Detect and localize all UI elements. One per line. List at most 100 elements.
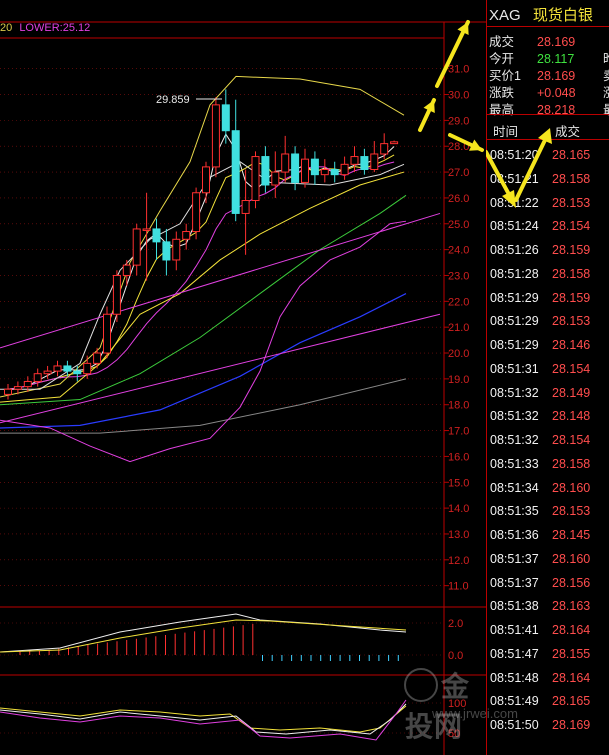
price-tick-label: 22.0: [448, 296, 469, 308]
candle-body: [122, 264, 131, 276]
candle-body: [33, 373, 42, 382]
trade-price: 28.154: [552, 361, 591, 376]
candle-body: [281, 153, 290, 173]
price-tick-label: 17.0: [448, 426, 469, 438]
trade-row: 08:51:37 28.160: [490, 552, 590, 566]
trade-time: 08:51:37: [490, 575, 539, 590]
candle-body: [231, 130, 240, 214]
symbol-title: XAG 现货白银: [489, 4, 593, 25]
price-tick-label: 23.0: [448, 270, 469, 282]
price-tick-label: 21.0: [448, 322, 469, 334]
kdj-k-line: [0, 705, 407, 733]
candle-body: [330, 168, 339, 176]
high-price-annotation: 29.859: [156, 94, 190, 106]
candle-body: [182, 231, 191, 240]
candle-body: [112, 274, 121, 315]
trade-price: 28.158: [552, 266, 591, 281]
trade-price: 28.154: [552, 433, 591, 447]
candle-body: [202, 166, 210, 194]
candle-body: [380, 143, 389, 155]
trade-row: 08:51:22 28.153: [490, 196, 590, 210]
trade-price: 28.158: [552, 171, 591, 186]
trade-time: 08:51:32: [490, 385, 539, 400]
price-tick-label: 16.0: [448, 451, 469, 463]
quote-value: 28.117: [537, 52, 575, 66]
trade-time: 08:51:34: [490, 480, 539, 495]
trade-time: 08:51:48: [490, 670, 539, 685]
candle-body: [23, 380, 32, 388]
price-tick-label: 31.0: [448, 64, 469, 76]
candle-body: [320, 168, 329, 176]
candle-body: [370, 153, 379, 170]
trade-price: 28.149: [552, 385, 591, 400]
macd-tick-label: 2.0: [448, 618, 463, 630]
trade-price: 28.156: [552, 575, 591, 590]
price-tick-label: 20.0: [448, 348, 469, 360]
trade-price: 28.165: [552, 694, 591, 709]
trade-row: 08:51:37 28.156: [490, 576, 590, 590]
candle-body: [4, 388, 12, 395]
trade-time: 08:51:22: [490, 195, 539, 210]
candle-body: [390, 141, 399, 145]
trade-time: 08:51:24: [490, 219, 539, 234]
price-tick-label: 13.0: [448, 529, 469, 541]
ma-green-line: [0, 194, 407, 406]
candle-body: [301, 158, 309, 183]
trade-row: 08:51:38 28.163: [490, 599, 590, 613]
quote-value: 28.169: [537, 69, 576, 83]
candle-body: [132, 228, 141, 266]
indicator-prefix: 20: [0, 22, 13, 34]
trades-header-volume: 成交: [555, 125, 581, 139]
trade-price: 28.163: [552, 599, 591, 614]
trade-time: 08:51:33: [490, 456, 539, 471]
trade-price: 28.154: [552, 219, 591, 234]
ma-gray-line: [0, 378, 407, 434]
price-tick-label: 27.0: [448, 167, 469, 179]
candle-body: [103, 313, 111, 354]
trade-row: 08:51:32 28.149: [490, 386, 590, 400]
candle-body: [142, 228, 151, 231]
macd-dea-line: [0, 619, 407, 653]
quote-value: 28.169: [537, 35, 576, 49]
kline-chart[interactable]: 31.030.029.028.027.026.025.024.023.022.0…: [0, 0, 486, 755]
candle-body: [53, 365, 62, 372]
price-tick-label: 18.0: [448, 400, 469, 412]
quote-summary: 成交28.169今开28.117昨买价128.169卖涨跌+0.048涨最高28…: [487, 26, 609, 117]
trade-row: 08:51:29 28.146: [490, 338, 590, 352]
price-tick-label: 14.0: [448, 503, 469, 515]
trade-time: 08:51:28: [490, 266, 539, 281]
quote-side-panel: XAG 现货白银 成交28.169今开28.117昨买价128.169卖涨跌+0…: [486, 0, 609, 755]
trade-time: 08:51:38: [490, 599, 539, 614]
trade-price: 28.153: [552, 314, 591, 329]
candle-body: [73, 370, 82, 375]
quote-extra-label: 涨: [603, 86, 609, 100]
trade-row: 08:51:32 28.154: [490, 433, 590, 447]
candle-body: [43, 370, 52, 375]
trade-price: 28.160: [552, 480, 591, 495]
kdj-d-line: [0, 703, 407, 735]
trades-header: 时间 成交: [487, 114, 609, 140]
chart-panel[interactable]: 31.0 30.0 29.0 28.0 27.0 26.0 25.0 24.0 23.0 22.0…: [0, 0, 518, 755]
price-tick-label: 11.0: [448, 581, 469, 593]
candle-body: [221, 104, 230, 132]
trade-row: 08:51:36 28.145: [490, 528, 590, 542]
trade-row: 08:51:28 28.158: [490, 267, 590, 281]
trade-row: 08:51:35 28.153: [490, 504, 590, 518]
trade-row: 08:51:47 28.155: [490, 647, 590, 661]
indicator-lower-label: LOWER:25.12: [19, 22, 91, 34]
trade-time: 08:51:32: [490, 409, 539, 424]
trade-time: 08:51:36: [490, 528, 539, 542]
trade-price: 28.159: [552, 243, 591, 257]
symbol-name: 现货白银: [532, 7, 593, 24]
trade-time: 08:51:29: [490, 290, 539, 305]
trade-price: 28.164: [552, 623, 591, 637]
trade-price: 28.164: [552, 670, 591, 685]
trade-price: 28.155: [552, 646, 591, 661]
trade-row: 08:51:29 28.153: [490, 314, 590, 328]
trade-price: 28.148: [552, 409, 591, 424]
trade-price: 28.145: [552, 528, 591, 542]
trade-row: 08:51:26 28.159: [490, 243, 590, 257]
price-tick-label: 15.0: [448, 477, 469, 489]
macd-tick-label: 0.0: [448, 650, 463, 662]
trade-row: 08:51:24 28.154: [490, 219, 590, 233]
